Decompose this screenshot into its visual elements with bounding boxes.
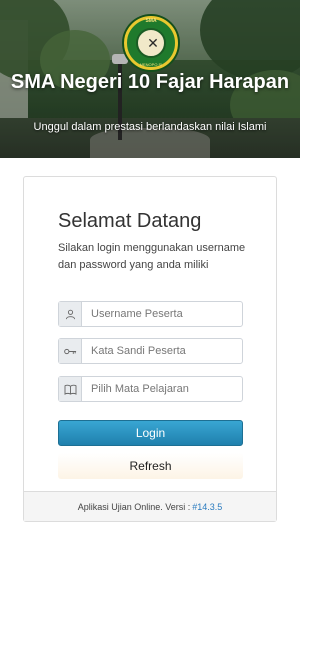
username-field	[58, 301, 243, 327]
refresh-button[interactable]: Refresh	[58, 453, 243, 479]
card-footer: Aplikasi Ujian Online. Versi : #14.3.5	[24, 491, 276, 521]
welcome-heading: Selamat Datang	[58, 210, 202, 232]
logo-ring-bottom: MENOPO SI	[139, 62, 163, 67]
user-icon	[59, 302, 82, 326]
password-field	[58, 338, 243, 364]
username-input[interactable]	[82, 302, 242, 326]
book-icon	[59, 377, 82, 401]
crossed-tools-icon: ✕	[147, 35, 159, 51]
header-banner: SMA ✕ MENOPO SI SMA Negeri 10 Fajar Hara…	[0, 0, 300, 158]
footer-text: Aplikasi Ujian Online. Versi :	[77, 501, 191, 512]
password-input[interactable]	[82, 339, 242, 363]
key-icon	[59, 339, 82, 363]
login-card: Selamat Datang Silakan login menggunakan…	[23, 176, 277, 522]
school-tagline: Unggul dalam prestasi berlandaskan nilai…	[33, 121, 267, 133]
logo-ring-top: SMA	[145, 18, 157, 24]
login-instructions: Silakan login menggunakan username dan p…	[58, 242, 246, 271]
school-logo: SMA ✕ MENOPO SI	[124, 16, 178, 70]
logo-emblem: ✕	[136, 28, 166, 58]
version-link[interactable]: #14.3.5	[192, 502, 222, 512]
school-title: SMA Negeri 10 Fajar Harapan	[10, 71, 290, 93]
login-button[interactable]: Login	[58, 420, 243, 446]
subject-field	[58, 376, 243, 402]
subject-input[interactable]	[82, 377, 242, 401]
